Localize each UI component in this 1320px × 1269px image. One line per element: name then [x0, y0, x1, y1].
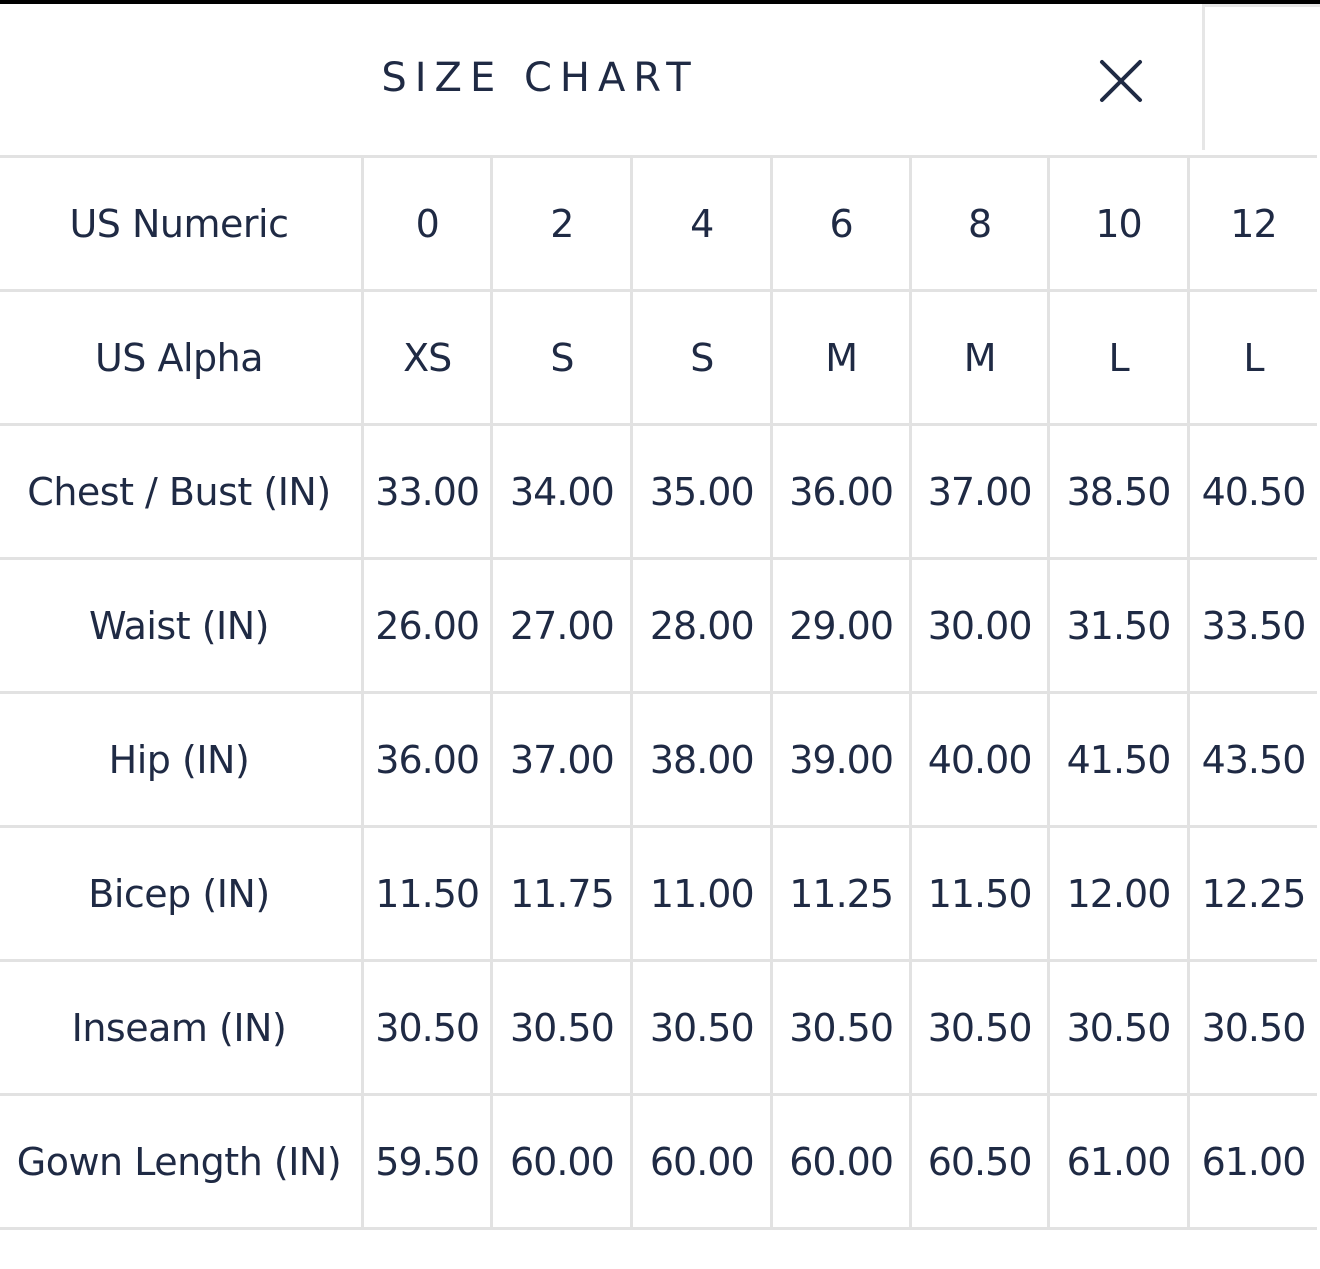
row-label: US Numeric	[0, 155, 364, 292]
table-cell: 30.50	[360, 959, 494, 1096]
table-cell: 61.00	[1186, 1093, 1317, 1230]
table-cell: 30.50	[1047, 959, 1190, 1096]
table-cell: 31.50	[1047, 557, 1190, 694]
table-row: Waist (IN) 26.00 27.00 28.00 29.00 30.00 31.50…	[0, 557, 1317, 694]
table-cell: 26.00	[360, 557, 494, 694]
table-cell: 41.50	[1047, 691, 1190, 828]
table-row: Gown Length (IN) 59.50 60.00 60.00 60.00 60.5…	[0, 1093, 1317, 1230]
table-cell: 36.00	[770, 423, 913, 560]
table-cell: 12.00	[1047, 825, 1190, 962]
table-cell: 10	[1047, 155, 1190, 292]
table-cell: M	[909, 289, 1051, 426]
table-cell: 30.00	[909, 557, 1051, 694]
table-cell: 6	[770, 155, 913, 292]
table-cell: 8	[909, 155, 1051, 292]
close-button[interactable]	[1096, 56, 1146, 106]
table-cell: 11.50	[360, 825, 494, 962]
top-border	[0, 0, 1320, 4]
table-cell: 30.50	[630, 959, 774, 1096]
table-row: US Alpha XS S S M M L L	[0, 289, 1317, 426]
row-label: Gown Length (IN)	[0, 1093, 364, 1230]
table-cell: XS	[360, 289, 494, 426]
table-cell: 60.00	[630, 1093, 774, 1230]
table-cell: 2	[490, 155, 634, 292]
table-row: Bicep (IN) 11.50 11.75 11.00 11.25 11.50 12.00…	[0, 825, 1317, 962]
table-cell: 61.00	[1047, 1093, 1190, 1230]
table-cell: 27.00	[490, 557, 634, 694]
table-cell: 35.00	[630, 423, 774, 560]
table-cell: 38.00	[630, 691, 774, 828]
table-cell: 40.50	[1186, 423, 1317, 560]
adjacent-panel-edge	[1202, 4, 1320, 150]
row-label: Waist (IN)	[0, 557, 364, 694]
table-cell: 60.00	[490, 1093, 634, 1230]
table-cell: 60.50	[909, 1093, 1051, 1230]
table-cell: 30.50	[490, 959, 634, 1096]
table-cell: 11.00	[630, 825, 774, 962]
table-cell: 30.50	[1186, 959, 1317, 1096]
table-cell: S	[490, 289, 634, 426]
table-row: Hip (IN) 36.00 37.00 38.00 39.00 40.00 41.50 43…	[0, 691, 1317, 828]
table-row: Inseam (IN) 30.50 30.50 30.50 30.50 30.50 30.5…	[0, 959, 1317, 1096]
table-cell: S	[630, 289, 774, 426]
table-cell: L	[1186, 289, 1317, 426]
table-cell: 33.00	[360, 423, 494, 560]
table-cell: 39.00	[770, 691, 913, 828]
row-label: Inseam (IN)	[0, 959, 364, 1096]
table-cell: 29.00	[770, 557, 913, 694]
table-row: US Numeric 0 2 4 6 8 10 12	[0, 155, 1317, 292]
table-cell: 30.50	[770, 959, 913, 1096]
table-cell: 38.50	[1047, 423, 1190, 560]
row-label: US Alpha	[0, 289, 364, 426]
table-cell: 11.75	[490, 825, 634, 962]
row-label: Bicep (IN)	[0, 825, 364, 962]
row-label: Hip (IN)	[0, 691, 364, 828]
table-cell: 37.00	[909, 423, 1051, 560]
table-cell: 43.50	[1186, 691, 1317, 828]
table-cell: 12.25	[1186, 825, 1317, 962]
table-cell: 60.00	[770, 1093, 913, 1230]
table-cell: L	[1047, 289, 1190, 426]
table-cell: 11.50	[909, 825, 1051, 962]
table-cell: 33.50	[1186, 557, 1317, 694]
table-cell: 0	[360, 155, 494, 292]
table-cell: 36.00	[360, 691, 494, 828]
close-icon	[1100, 60, 1142, 102]
size-chart-table: US Numeric 0 2 4 6 8 10 12 US Alpha XS S S M M L L Chest…	[0, 155, 1317, 1230]
row-label: Chest / Bust (IN)	[0, 423, 364, 560]
table-cell: 40.00	[909, 691, 1051, 828]
table-cell: 30.50	[909, 959, 1051, 1096]
table-row: Chest / Bust (IN) 33.00 34.00 35.00 36.00 37.…	[0, 423, 1317, 560]
table-cell: 12	[1186, 155, 1317, 292]
size-chart-title: SIZE CHART	[381, 55, 699, 101]
table-cell: 37.00	[490, 691, 634, 828]
table-cell: 34.00	[490, 423, 634, 560]
table-cell: 4	[630, 155, 774, 292]
table-cell: 59.50	[360, 1093, 494, 1230]
table-cell: 28.00	[630, 557, 774, 694]
table-cell: M	[770, 289, 913, 426]
table-cell: 11.25	[770, 825, 913, 962]
